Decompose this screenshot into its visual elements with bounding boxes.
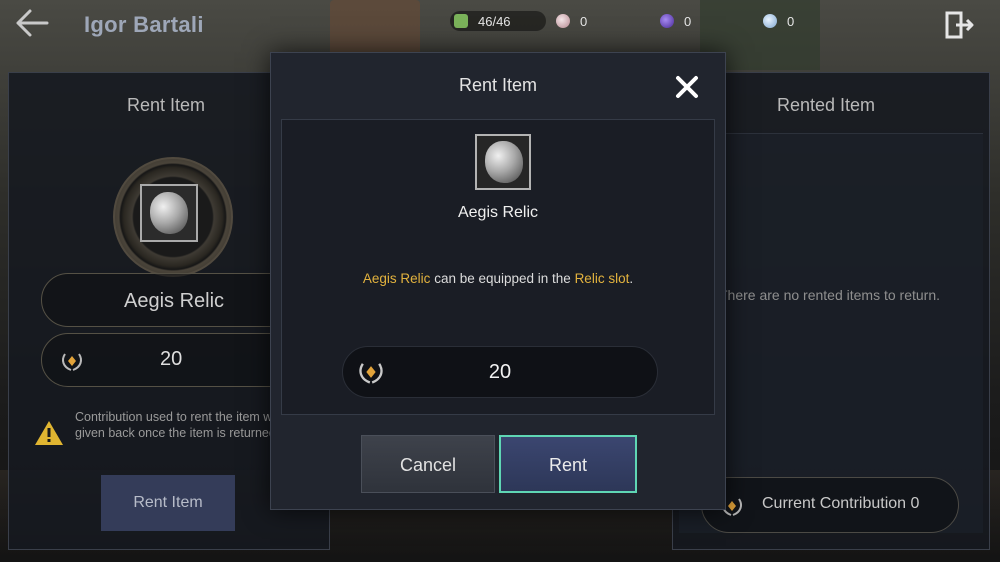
current-contribution: Current Contribution 0	[701, 477, 959, 533]
item-description: Aegis Relic can be equipped in the Relic…	[282, 271, 714, 286]
dialog-title: Rent Item	[458, 75, 538, 95]
desc-slot-name: Relic slot	[574, 271, 630, 286]
rent-item-dialog: Rent Item Aegis Relic Aegis Relic can be…	[270, 52, 726, 510]
top-bar: Igor Bartali 46/46 0 0 0	[0, 0, 1000, 52]
pearl-value: 0	[580, 13, 588, 29]
cost-value: 20	[160, 348, 183, 370]
rent-item-button[interactable]: Rent Item	[101, 475, 235, 531]
pearl-counter: 0	[556, 11, 587, 31]
orb-value: 0	[684, 13, 692, 29]
dialog-body: Aegis Relic Aegis Relic can be equipped …	[281, 119, 715, 415]
orb-counter: 0	[660, 11, 691, 31]
page-title: Igor Bartali	[84, 12, 204, 37]
empty-message: There are no rented items to return.	[719, 287, 940, 303]
cost-value: 20	[488, 361, 512, 383]
crystal-icon	[763, 14, 777, 28]
laurel-medal-icon	[60, 349, 84, 378]
relic-item-slot[interactable]	[475, 134, 531, 190]
desc-end: .	[629, 271, 634, 286]
warning-triangle-icon	[33, 419, 65, 452]
back-arrow-icon[interactable]	[14, 8, 54, 44]
energy-value: 46/46	[478, 13, 511, 29]
item-name: Aegis Relic	[457, 204, 539, 221]
desc-text: can be equipped in the	[430, 271, 575, 286]
exit-door-icon[interactable]	[944, 10, 974, 40]
energy-icon	[454, 14, 468, 28]
stone-relic-icon	[150, 192, 188, 234]
stone-relic-icon	[485, 141, 523, 183]
cancel-button[interactable]: Cancel	[361, 435, 495, 493]
energy-counter: 46/46	[450, 11, 546, 31]
contribution-label: Current Contribution 0	[762, 495, 920, 512]
close-icon[interactable]	[671, 71, 703, 103]
relic-item-slot[interactable]	[140, 184, 198, 242]
crystal-value: 0	[787, 13, 795, 29]
orb-icon	[660, 14, 674, 28]
crystal-counter: 0	[763, 11, 794, 31]
pearl-icon	[556, 14, 570, 28]
rent-button[interactable]: Rent	[499, 435, 637, 493]
desc-item-name: Aegis Relic	[362, 271, 431, 286]
cost-field: 20	[342, 346, 658, 398]
